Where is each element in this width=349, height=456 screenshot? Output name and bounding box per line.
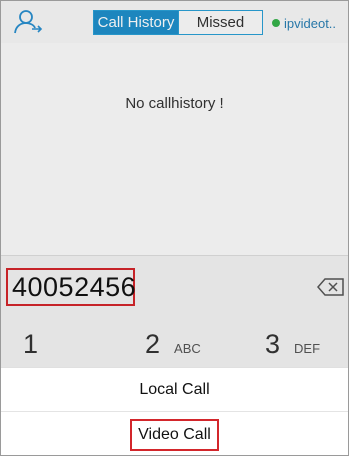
local-call-option[interactable]: Local Call [1, 368, 348, 412]
video-call-label: Video Call [130, 419, 219, 451]
call-type-action-sheet: Local Call Video Call [1, 367, 348, 455]
video-call-option[interactable]: Video Call [1, 413, 348, 455]
dim-overlay[interactable] [1, 1, 348, 367]
local-call-label: Local Call [139, 380, 210, 398]
dialer-screen: Call History Missed ipvideot.. No callhi… [0, 0, 349, 456]
